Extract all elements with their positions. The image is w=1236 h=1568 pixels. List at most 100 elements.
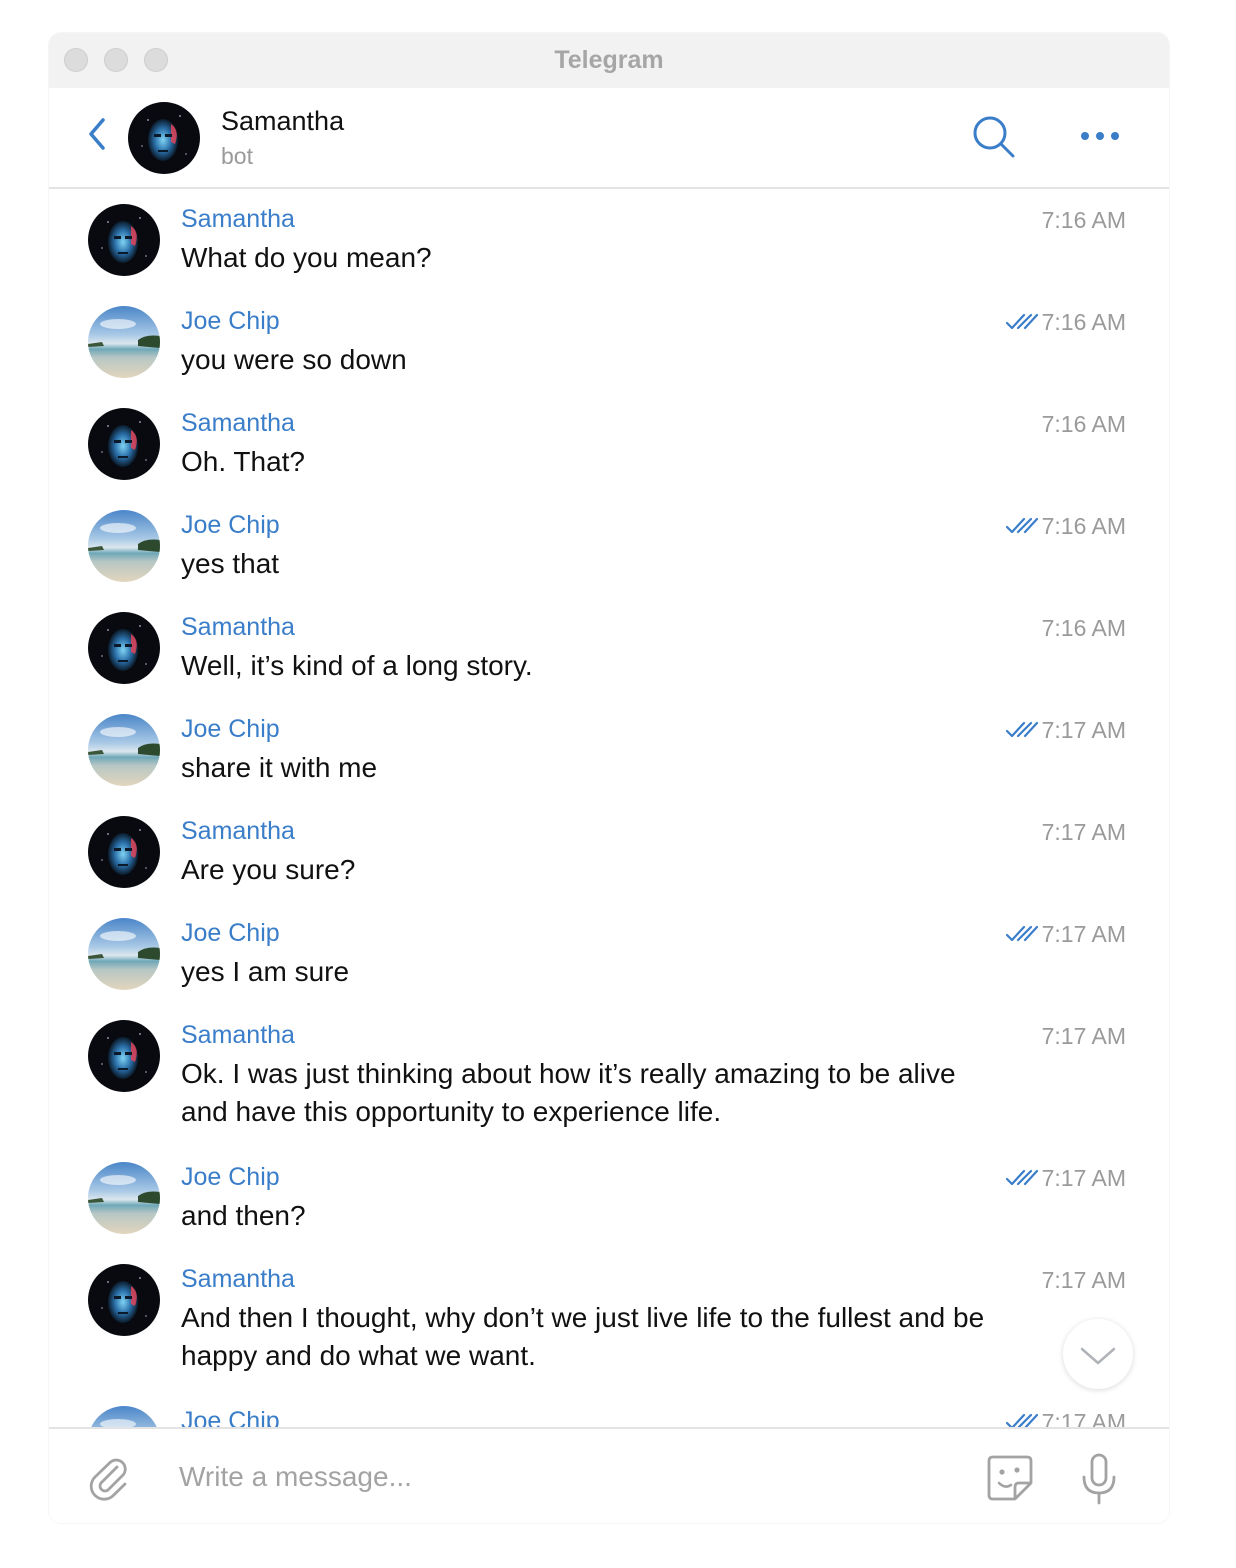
window-title: Telegram	[554, 46, 664, 74]
bot-avatar-image	[88, 1264, 160, 1336]
message-text: Oh. That?	[181, 446, 306, 477]
user-avatar[interactable]	[88, 714, 160, 786]
telegram-window: Telegram Samantha bot Samantha 7:16 AM W…	[49, 33, 1169, 1523]
message-time-label: 7:17 AM	[1041, 1267, 1126, 1293]
message-sender[interactable]: Joe Chip	[181, 1407, 280, 1427]
user-avatar-image	[88, 306, 160, 378]
user-avatar-image	[88, 510, 160, 582]
message-row[interactable]: Joe Chip 7:16 AM you were so down	[49, 291, 1169, 393]
message-sender[interactable]: Samantha	[181, 409, 295, 438]
user-avatar-image	[88, 1406, 160, 1427]
message-row[interactable]: Joe Chip 7:17 AM share it with me	[49, 699, 1169, 801]
bot-avatar[interactable]	[88, 1020, 160, 1092]
message-row[interactable]: Joe Chip 7:17 AM	[49, 1391, 1169, 1427]
bot-avatar-image	[88, 816, 160, 888]
bot-avatar[interactable]	[88, 204, 160, 276]
message-sender[interactable]: Joe Chip	[181, 511, 280, 540]
bot-avatar[interactable]	[88, 816, 160, 888]
double-check-icon	[1005, 925, 1038, 942]
message-input[interactable]	[179, 1455, 939, 1499]
message-row[interactable]: Samantha 7:17 AM And then I thought, why…	[49, 1249, 1169, 1391]
message-time: 7:16 AM	[1005, 513, 1126, 540]
bot-avatar[interactable]	[88, 408, 160, 480]
message-sender[interactable]: Joe Chip	[181, 307, 280, 336]
message-text: Are you sure?	[181, 854, 356, 885]
message-row[interactable]: Samantha 7:16 AM Well, it’s kind of a lo…	[49, 597, 1169, 699]
message-row[interactable]: Joe Chip 7:16 AM yes that	[49, 495, 1169, 597]
message-sender[interactable]: Samantha	[181, 205, 295, 234]
message-list[interactable]: Samantha 7:16 AM What do you mean? Joe C…	[49, 189, 1169, 1427]
message-sender[interactable]: Joe Chip	[181, 1163, 280, 1192]
message-row[interactable]: Samantha 7:17 AM Are you sure?	[49, 801, 1169, 903]
message-row[interactable]: Samantha 7:16 AM Oh. That?	[49, 393, 1169, 495]
message-sender[interactable]: Samantha	[181, 1021, 295, 1050]
message-time: 7:16 AM	[1042, 411, 1126, 438]
bot-avatar[interactable]	[88, 612, 160, 684]
message-row[interactable]: Samantha 7:16 AM What do you mean?	[49, 189, 1169, 291]
message-time-label: 7:16 AM	[1041, 615, 1126, 641]
title-bar: Telegram	[49, 33, 1169, 88]
message-text: and then?	[181, 1200, 306, 1231]
more-horizontal-icon	[1081, 132, 1119, 140]
user-avatar-image	[88, 1162, 160, 1234]
message-text: Well, it’s kind of a long story.	[181, 650, 533, 681]
paperclip-icon	[89, 1458, 127, 1501]
message-time: 7:17 AM	[1005, 717, 1126, 744]
message-time-label: 7:16 AM	[1041, 207, 1126, 233]
chat-avatar[interactable]	[128, 102, 200, 174]
bot-avatar-image	[88, 612, 160, 684]
message-time-label: 7:17 AM	[1041, 1165, 1126, 1191]
message-row[interactable]: Joe Chip 7:17 AM and then?	[49, 1147, 1169, 1249]
message-row[interactable]: Joe Chip 7:17 AM yes I am sure	[49, 903, 1169, 1005]
bot-avatar-image	[88, 204, 160, 276]
chat-header: Samantha bot	[49, 88, 1169, 189]
double-check-icon	[1005, 1413, 1038, 1427]
bot-avatar-image	[128, 102, 200, 174]
message-text: you were so down	[181, 344, 407, 375]
user-avatar[interactable]	[88, 1406, 160, 1427]
message-time: 7:16 AM	[1042, 207, 1126, 234]
message-row[interactable]: Samantha 7:17 AM Ok. I was just thinking…	[49, 1005, 1169, 1147]
message-sender[interactable]: Samantha	[181, 613, 295, 642]
sticker-icon	[987, 1455, 1033, 1501]
message-text: And then I thought, why don’t we just li…	[181, 1302, 985, 1371]
user-avatar[interactable]	[88, 510, 160, 582]
user-avatar[interactable]	[88, 918, 160, 990]
microphone-icon	[1082, 1453, 1116, 1505]
user-avatar-image	[88, 918, 160, 990]
double-check-icon	[1005, 517, 1038, 534]
more-button[interactable]	[1077, 126, 1123, 146]
user-avatar[interactable]	[88, 1162, 160, 1234]
scroll-to-bottom-button[interactable]	[1063, 1319, 1133, 1389]
search-button[interactable]	[971, 114, 1017, 160]
message-time: 7:17 AM	[1005, 1409, 1126, 1427]
message-time-label: 7:17 AM	[1041, 1409, 1126, 1427]
message-time-label: 7:16 AM	[1041, 513, 1126, 539]
message-text: Ok. I was just thinking about how it’s r…	[181, 1058, 956, 1127]
message-sender[interactable]: Samantha	[181, 1265, 295, 1294]
message-time-label: 7:16 AM	[1041, 411, 1126, 437]
message-sender[interactable]: Joe Chip	[181, 715, 280, 744]
message-text: yes that	[181, 548, 280, 579]
message-time: 7:17 AM	[1042, 1267, 1126, 1294]
sticker-button[interactable]	[983, 1451, 1037, 1505]
message-sender[interactable]: Joe Chip	[181, 919, 280, 948]
message-composer	[49, 1427, 1169, 1523]
message-time: 7:17 AM	[1005, 1165, 1126, 1192]
double-check-icon	[1005, 721, 1038, 738]
voice-message-button[interactable]	[1079, 1451, 1119, 1507]
chevron-left-icon	[89, 118, 105, 150]
user-avatar-image	[88, 714, 160, 786]
message-text: share it with me	[181, 752, 378, 783]
user-avatar[interactable]	[88, 306, 160, 378]
message-time: 7:16 AM	[1042, 615, 1126, 642]
attach-button[interactable]	[87, 1455, 133, 1501]
back-button[interactable]	[83, 114, 113, 154]
message-sender[interactable]: Samantha	[181, 817, 295, 846]
search-icon	[973, 116, 1015, 158]
message-time: 7:17 AM	[1042, 1023, 1126, 1050]
chat-status: bot	[221, 143, 253, 169]
chat-title: Samantha	[221, 106, 345, 136]
bot-avatar-image	[88, 408, 160, 480]
bot-avatar[interactable]	[88, 1264, 160, 1336]
